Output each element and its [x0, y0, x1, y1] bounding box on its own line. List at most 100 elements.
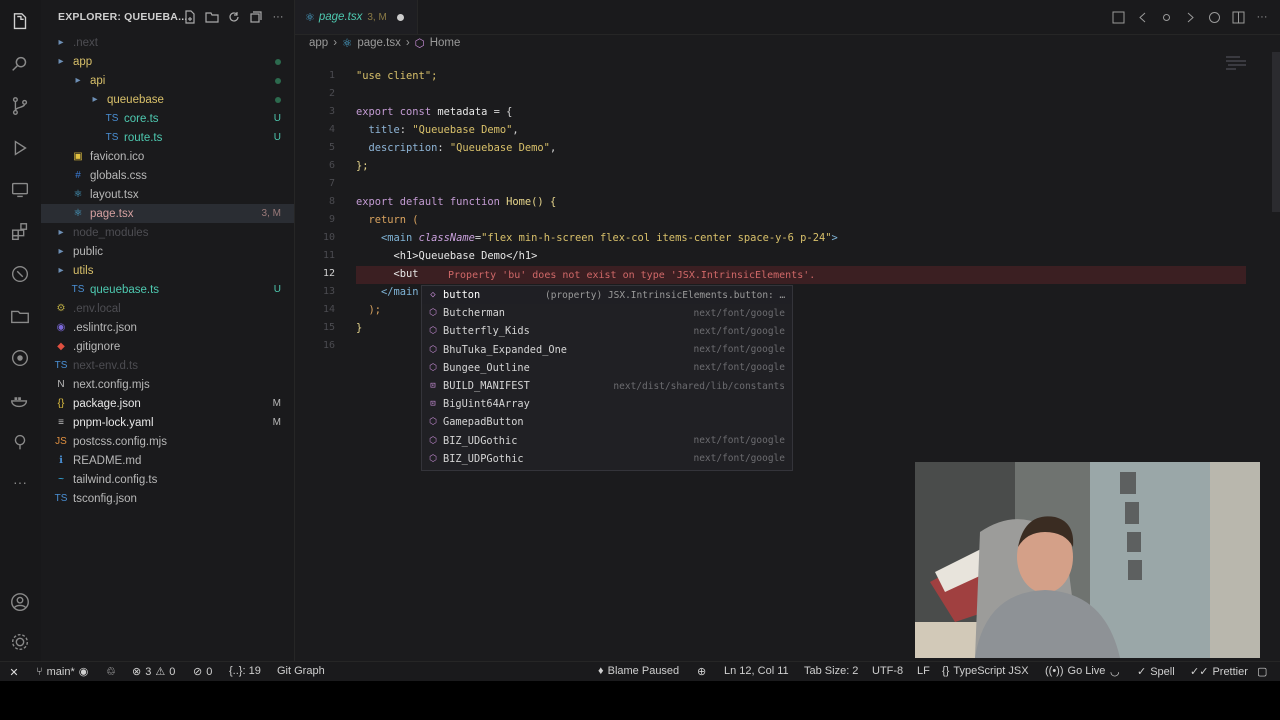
suggestion-detail: next/dist/shared/lib/constants [613, 380, 785, 392]
blame-indicator[interactable]: ♦ Blame Paused [598, 665, 679, 677]
timeline-dot-icon[interactable] [1158, 9, 1174, 25]
suggestion-item[interactable]: ⬡ Bungee_Outline next/font/google [422, 359, 792, 377]
git-graph-button[interactable]: Git Graph [277, 665, 325, 677]
suggestion-item[interactable]: ⬡ GamepadButton [422, 413, 792, 431]
suggestion-item[interactable]: ⬡ BIZ_UDPGothic next/font/google [422, 450, 792, 468]
remote-indicator-icon[interactable]: ✕ [0, 662, 28, 681]
suggestion-detail: (property) JSX.IntrinsicElements.button:… [545, 289, 786, 301]
module-icon: ⬡ [429, 326, 437, 337]
file-tree-item[interactable]: ▸ queuebase [41, 90, 294, 109]
source-control-icon[interactable] [8, 94, 32, 118]
file-tree-item[interactable]: ▸ api [41, 71, 294, 90]
suggestion-item[interactable]: ◇ button (property) JSX.IntrinsicElements.… [422, 286, 792, 304]
git-graph-icon[interactable] [8, 262, 32, 286]
file-tree-item[interactable]: ▸ .next [41, 33, 294, 52]
split-editor-icon[interactable] [1230, 9, 1246, 25]
suggestion-item[interactable]: ⊡ BUILD_MANIFEST next/dist/shared/lib/cons… [422, 377, 792, 395]
breadcrumb-symbol[interactable]: Home [430, 37, 461, 49]
unsaved-dot-icon[interactable] [396, 13, 404, 21]
file-tree-item[interactable]: TS core.ts U [41, 109, 294, 128]
file-tree-item[interactable]: JS postcss.config.mjs [41, 432, 294, 451]
extensions-icon[interactable] [8, 220, 32, 244]
more-icon[interactable]: ··· [8, 470, 32, 494]
file-tree-item[interactable]: ⚛ page.tsx 3, M [41, 204, 294, 223]
file-tree-item[interactable]: ◉ .eslintrc.json [41, 318, 294, 337]
files-icon[interactable] [8, 10, 32, 34]
new-folder-icon[interactable] [204, 9, 220, 25]
file-type-icon: JS [55, 436, 67, 447]
live-share-icon[interactable] [8, 430, 32, 454]
run-debug-icon[interactable] [8, 136, 32, 160]
search-icon[interactable] [8, 52, 32, 76]
collapse-all-icon[interactable] [248, 9, 264, 25]
file-tree-item[interactable]: TS tsconfig.json [41, 489, 294, 508]
symbols-count[interactable]: {..}: 19 [229, 665, 261, 677]
file-tree-item[interactable]: Nnext.config.mjs [41, 375, 294, 394]
file-type-icon: ⚛ [73, 189, 83, 200]
file-tree-item[interactable]: ⚙ .env.local [41, 299, 294, 318]
file-tree-item[interactable]: TS route.ts U [41, 128, 294, 147]
file-tree-item[interactable]: ▸ utils [41, 261, 294, 280]
split-compare-icon[interactable] [1110, 9, 1126, 25]
suggestion-item[interactable]: ⬡ BIZ_UDGothic next/font/google [422, 432, 792, 450]
suggestion-item[interactable]: ⊡ BigUint64Array [422, 395, 792, 413]
ports-indicator[interactable]: ⊘ 0 [193, 665, 212, 679]
breadcrumb-file[interactable]: page.tsx [357, 37, 400, 49]
problems-indicator[interactable]: ⊗ 3 ⚠ 0 [132, 665, 175, 679]
suggestion-item[interactable]: ⬡ Butcherman next/font/google [422, 304, 792, 322]
new-file-icon[interactable] [182, 9, 198, 25]
file-tree-item[interactable]: ℹ README.md [41, 451, 294, 470]
suggestion-item[interactable]: ⬡ BhuTuka_Expanded_One next/font/google [422, 341, 792, 359]
suggestion-detail: next/font/google [693, 453, 785, 465]
go-back-icon[interactable] [1134, 9, 1150, 25]
file-tree-item[interactable]: ▸ app [41, 52, 294, 71]
file-type-icon: # [75, 170, 81, 181]
encoding[interactable]: UTF-8 [872, 665, 903, 677]
file-tree-item[interactable]: ~ tailwind.config.ts [41, 470, 294, 489]
file-tree-item[interactable]: ≡ pnpm-lock.yaml M [41, 413, 294, 432]
prettier-indicator[interactable]: ✓✓ Prettier [1190, 665, 1248, 679]
file-tree-item[interactable]: {} package.json M [41, 394, 294, 413]
timeline-icon[interactable] [8, 346, 32, 370]
file-tree-item[interactable]: ⚛ layout.tsx [41, 185, 294, 204]
file-tree-item[interactable]: ▣ favicon.ico [41, 147, 294, 166]
branch-indicator[interactable]: ⑂ main* ◉ [36, 665, 88, 679]
tab-page-tsx[interactable]: ⚛ page.tsx 3, M [295, 0, 418, 34]
double-check-icon: ✓✓ [1190, 666, 1209, 678]
account-icon[interactable] [8, 590, 32, 614]
breadcrumb-app[interactable]: app [309, 37, 328, 49]
line-number: 5 [328, 142, 335, 153]
git-fetch-icon[interactable]: ♲ [106, 665, 116, 678]
zoom-icon[interactable]: ⊕ [697, 665, 706, 678]
file-type-icon: ◆ [57, 341, 65, 352]
more-actions-icon[interactable]: ··· [270, 9, 286, 25]
notifications-icon[interactable]: ▢ [1257, 665, 1267, 678]
refresh-icon[interactable] [226, 9, 242, 25]
go-forward-icon[interactable] [1182, 9, 1198, 25]
file-type-icon: TS [71, 284, 85, 295]
editor-tabs: ⚛ page.tsx 3, M ··· [295, 0, 1280, 35]
go-live-button[interactable]: ((•)) Go Live [1045, 665, 1105, 677]
open-changes-icon[interactable] [1206, 9, 1222, 25]
file-tree-item[interactable]: TS queuebase.ts U [41, 280, 294, 299]
end-of-line[interactable]: LF [917, 665, 930, 677]
function-icon: ⬡ [414, 38, 425, 50]
remote-explorer-icon[interactable] [8, 178, 32, 202]
file-tree-item[interactable]: TS next-env.d.ts [41, 356, 294, 375]
file-tree-item[interactable]: ▸ node_modules [41, 223, 294, 242]
folder-icon: ▸ [92, 94, 98, 105]
language-mode[interactable]: {} TypeScript JSX [942, 665, 1029, 677]
suggestion-item[interactable]: ⬡ Butterfly_Kids next/font/google [422, 322, 792, 340]
file-tree-item[interactable]: ◆ .gitignore [41, 337, 294, 356]
file-tree-item[interactable]: ▸ public [41, 242, 294, 261]
minimap[interactable] [1226, 52, 1266, 272]
cursor-position[interactable]: Ln 12, Col 11 [724, 665, 789, 677]
tab-size[interactable]: Tab Size: 2 [804, 665, 858, 677]
settings-gear-icon[interactable] [8, 630, 32, 654]
editor-more-icon[interactable]: ··· [1254, 9, 1270, 25]
file-tree-item[interactable]: # globals.css [41, 166, 294, 185]
docker-icon[interactable] [8, 388, 32, 412]
folder-icon[interactable] [8, 304, 32, 328]
spell-checker[interactable]: ✓ Spell [1137, 665, 1175, 679]
editor-scrollbar[interactable] [1272, 52, 1280, 212]
